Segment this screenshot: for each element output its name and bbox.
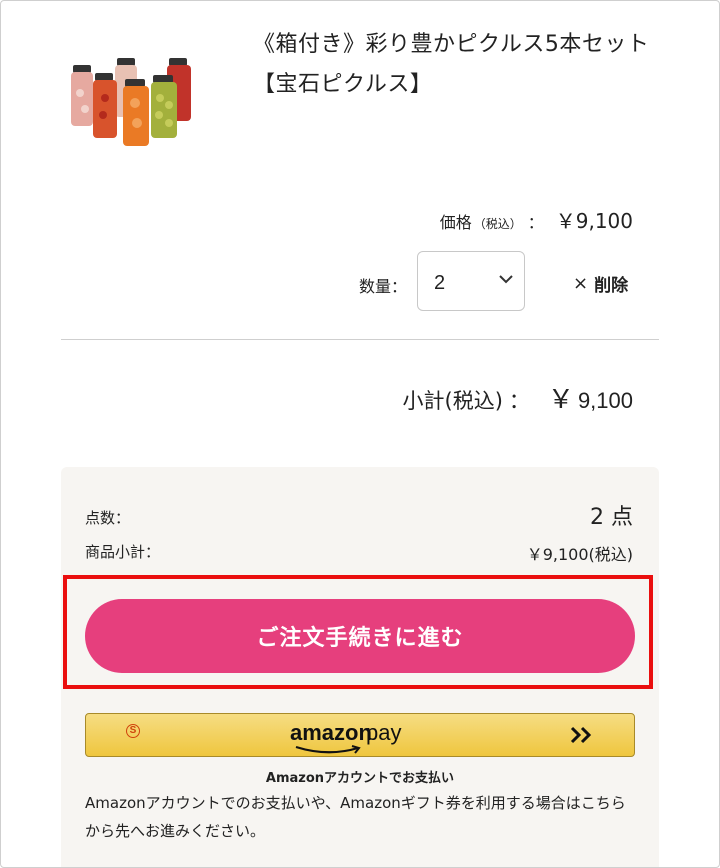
chevron-down-icon: [499, 275, 513, 284]
close-icon: ×: [573, 273, 589, 294]
amazon-pay-button[interactable]: S amazon pay: [85, 713, 635, 757]
quantity-label: 数量：: [359, 277, 408, 296]
item-count-label: 点数：: [85, 509, 131, 527]
subtotal-value: 9,100: [577, 388, 633, 413]
subtotal-yen: ￥: [547, 385, 574, 415]
subtotal: 小計(税込) ： ￥ 9,100: [403, 379, 633, 416]
amazon-pay-caption: Amazonアカウントでお支払い: [265, 771, 455, 786]
items-subtotal-value: ￥9,100(税込): [526, 545, 633, 564]
amazon-smile-icon: [295, 745, 361, 754]
unit-price: 価格 （税込） ： ￥9,100: [440, 205, 633, 234]
double-chevron-right-icon: [570, 726, 592, 744]
jar: [71, 58, 191, 146]
items-subtotal-label: 商品小計：: [85, 543, 161, 561]
delete-label: 削除: [594, 276, 629, 296]
price-label: 価格: [439, 213, 472, 232]
delete-button[interactable]: × 削除: [573, 271, 628, 296]
divider: [61, 339, 659, 340]
price-tax-note: （税込）: [473, 217, 522, 231]
price-colon: ：: [527, 213, 544, 232]
amazon-pay-description: Amazonアカウントでのお支払いや、Amazonギフト券を利用する場合はこちら…: [85, 794, 626, 840]
amazon-logo-word: amazon: [290, 720, 372, 745]
amazon-coin-icon: S: [126, 724, 140, 738]
checkout-button[interactable]: ご注文手続きに進む: [85, 599, 635, 673]
cart-panel: 《箱付き》彩り豊かピクルス5本セット【宝石ピクルス】 価格 （税込） ： ￥9,…: [0, 0, 720, 868]
quantity-value: 2: [434, 272, 446, 294]
pay-logo-word: pay: [366, 720, 402, 745]
price-value: ￥9,100: [555, 209, 633, 233]
subtotal-label: 小計(税込): [402, 389, 503, 413]
quantity-select[interactable]: 2: [417, 251, 525, 311]
amazon-pay-logo: amazon pay: [290, 720, 430, 756]
item-count-value: 2 点: [590, 505, 633, 530]
product-title[interactable]: 《箱付き》彩り豊かピクルス5本セット【宝石ピクルス】: [253, 25, 653, 105]
subtotal-colon: ：: [508, 389, 530, 413]
product-image[interactable]: [65, 53, 215, 153]
